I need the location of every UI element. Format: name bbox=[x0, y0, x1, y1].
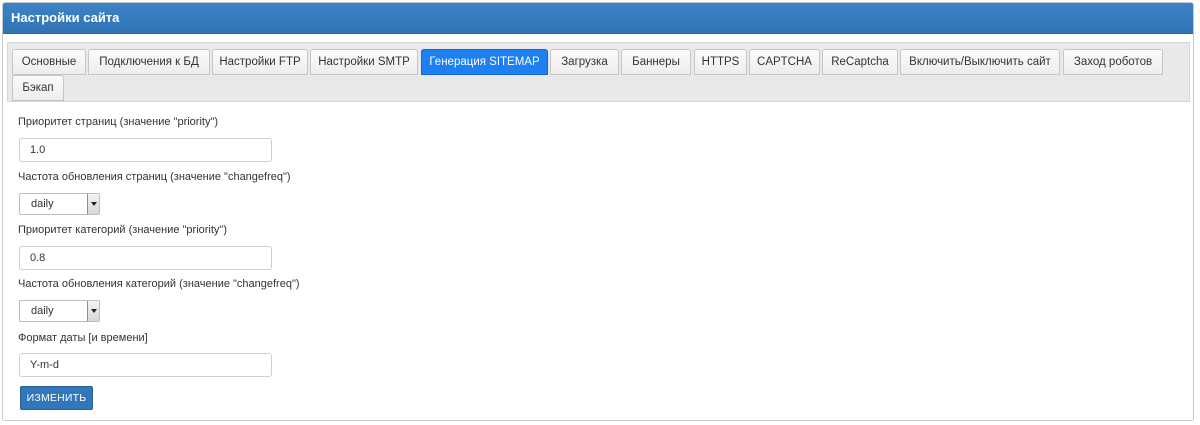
submit-button[interactable]: ИЗМЕНИТЬ bbox=[20, 386, 93, 410]
tab-upload[interactable]: Загрузка bbox=[550, 49, 619, 75]
tab-sitemap-generation[interactable]: Генерация SITEMAP bbox=[421, 49, 548, 75]
pages-changefreq-label: Частота обновления страниц (значение "ch… bbox=[18, 171, 291, 183]
tab-site-toggle[interactable]: Включить/Выключить сайт bbox=[900, 49, 1060, 75]
tab-backup[interactable]: Бэкап bbox=[12, 75, 64, 101]
categories-changefreq-label: Частота обновления категорий (значение "… bbox=[18, 278, 300, 290]
pages-changefreq-value: daily bbox=[31, 198, 54, 210]
categories-priority-input[interactable] bbox=[19, 246, 272, 270]
tab-https[interactable]: HTTPS bbox=[694, 49, 747, 75]
chevron-down-icon[interactable] bbox=[87, 301, 99, 321]
pages-changefreq-select[interactable]: daily bbox=[19, 193, 100, 215]
chevron-down-icon[interactable] bbox=[87, 194, 99, 214]
tab-recaptcha[interactable]: ReCaptcha bbox=[822, 49, 898, 75]
tab-captcha[interactable]: CAPTCHA bbox=[749, 49, 820, 75]
categories-priority-label: Приоритет категорий (значение "priority"… bbox=[18, 224, 227, 236]
categories-changefreq-value: daily bbox=[31, 305, 54, 317]
pages-priority-input[interactable] bbox=[19, 138, 272, 162]
tab-db-connections[interactable]: Подключения к БД bbox=[88, 49, 210, 75]
date-format-input[interactable] bbox=[19, 353, 272, 377]
tab-smtp-settings[interactable]: Настройки SMTP bbox=[310, 49, 418, 75]
tab-ftp-settings[interactable]: Настройки FTP bbox=[212, 49, 308, 75]
categories-changefreq-select[interactable]: daily bbox=[19, 300, 100, 322]
panel-title: Настройки сайта bbox=[3, 3, 1193, 34]
pages-priority-label: Приоритет страниц (значение "priority") bbox=[18, 116, 219, 128]
tab-main[interactable]: Основные bbox=[12, 49, 86, 75]
tab-robots[interactable]: Заход роботов bbox=[1063, 49, 1163, 75]
tab-banners[interactable]: Баннеры bbox=[621, 49, 691, 75]
date-format-label: Формат даты [и времени] bbox=[18, 332, 148, 344]
tab-bar: Основные Подключения к БД Настройки FTP … bbox=[7, 42, 1190, 102]
